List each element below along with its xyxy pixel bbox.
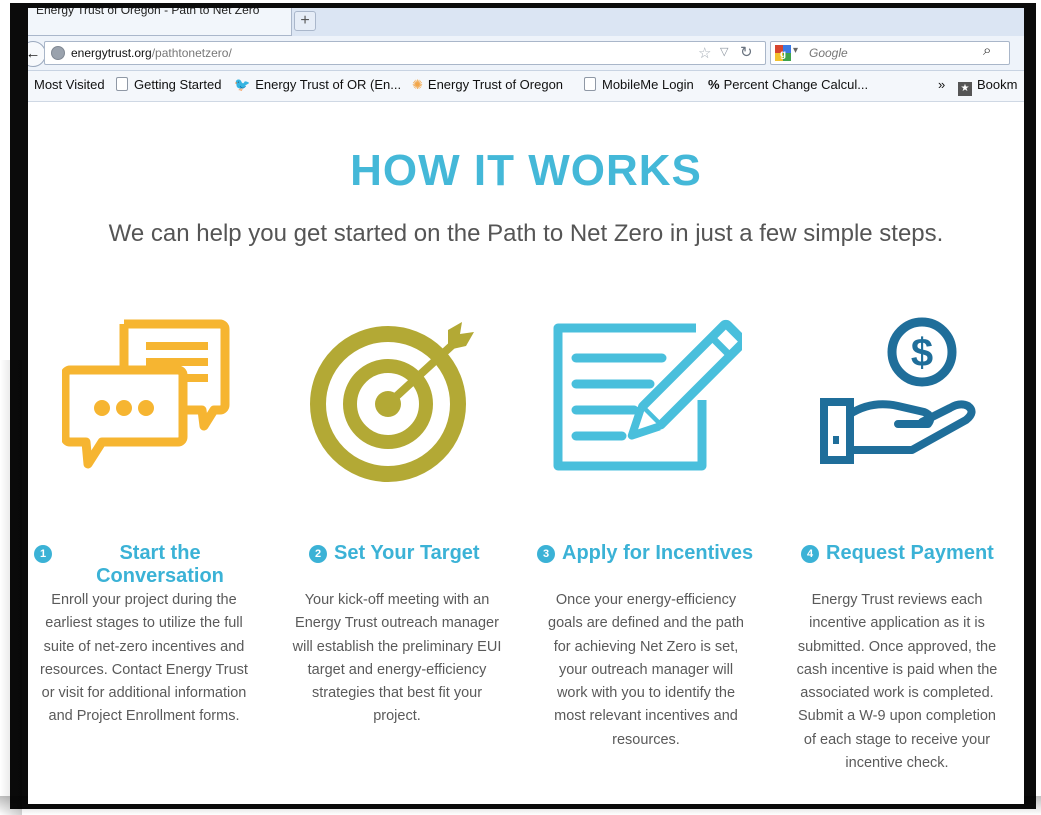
page-title: HOW IT WORKS — [350, 146, 702, 195]
bookmark-label: Most Visited — [34, 77, 105, 92]
url-text[interactable]: energytrust.org/pathtonetzero/ — [71, 46, 232, 60]
bookmark-label: MobileMe Login — [602, 77, 694, 92]
search-engine-dropdown-icon[interactable]: ▾ — [793, 45, 798, 56]
bookmark-most-visited[interactable]: Most Visited — [34, 77, 105, 92]
page-subtitle: We can help you get started on the Path … — [108, 220, 944, 247]
browser-window: Energy Trust of Oregon - Path to Net Zer… — [28, 8, 1024, 804]
step-title-apply-incentives: Apply for Incentives — [562, 542, 754, 564]
target-arrow-icon — [310, 322, 474, 482]
step-number-badge: 3 — [537, 545, 555, 563]
search-input[interactable]: Google — [809, 46, 848, 60]
hand-dollar-icon: $ — [820, 317, 976, 464]
page-icon — [584, 77, 596, 91]
step-description: Your kick-off meeting with an Energy Tru… — [292, 592, 502, 725]
globe-icon — [51, 46, 65, 60]
percent-icon: % — [708, 77, 720, 92]
bookmark-energy-trust-oregon[interactable]: ✺ Energy Trust of Oregon — [412, 77, 563, 93]
svg-text:g: g — [780, 49, 786, 60]
bookmarks-overflow-chevron[interactable]: » — [938, 77, 945, 92]
bookmark-label: » — [938, 77, 946, 92]
twitter-bird-icon: 🐦 — [234, 77, 251, 92]
tab-title: Energy Trust of Oregon - Path to Net Zer… — [36, 8, 260, 17]
address-bar[interactable]: energytrust.org/pathtonetzero/ ☆ ▽ ↻ — [44, 41, 766, 65]
step-description: Energy Trust reviews each incentive appl… — [796, 592, 998, 772]
history-dropdown-icon[interactable]: ▽ — [720, 45, 728, 58]
bookmark-label: Percent Change Calcul... — [723, 77, 869, 92]
navigation-toolbar: ← energytrust.org/pathtonetzero/ ☆ ▽ ↻ g… — [28, 36, 1024, 71]
bookmark-getting-started[interactable]: Getting Started — [116, 77, 221, 92]
svg-text:$: $ — [911, 331, 933, 375]
bookmark-label: Bookm — [977, 77, 1018, 92]
bookmark-label: Energy Trust of Oregon — [427, 77, 564, 92]
url-domain: energytrust.org — [71, 46, 152, 60]
step-description: Enroll your project during the earliest … — [40, 592, 248, 725]
bookmark-label: Getting Started — [134, 77, 222, 92]
step-number-badge: 4 — [801, 545, 819, 563]
bookmarks-icon: ★ — [958, 82, 972, 96]
search-bar[interactable]: g ▾ Google ⌕ — [770, 41, 1010, 65]
step-title-request-payment: Request Payment — [826, 542, 994, 564]
step-description: Once your energy-efficiency goals are de… — [548, 592, 744, 748]
reload-icon[interactable]: ↻ — [740, 43, 753, 61]
new-tab-button[interactable]: + — [294, 11, 316, 31]
url-path: /pathtonetzero/ — [151, 46, 232, 60]
frame-shadow — [0, 360, 22, 815]
page-content: HOW IT WORKS We can help you get started… — [28, 102, 1024, 804]
step-title-set-target: Set Your Target — [334, 542, 480, 564]
bookmark-percent-change[interactable]: % Percent Change Calcul... — [708, 77, 868, 92]
bookmark-star-icon[interactable]: ☆ — [698, 44, 711, 62]
step-title-start-conversation: Start the Conversation — [96, 542, 224, 587]
speech-bubbles-icon — [62, 319, 230, 469]
sunburst-icon: ✺ — [412, 77, 423, 92]
step-number-badge: 2 — [309, 545, 327, 563]
bookmark-label: Energy Trust of OR (En... — [255, 77, 402, 92]
google-icon[interactable]: g — [775, 45, 791, 61]
form-pencil-icon — [553, 319, 742, 471]
bookmarks-menu-button[interactable]: ★ Bookm — [958, 77, 1017, 96]
bookmark-energy-trust-twitter[interactable]: 🐦 Energy Trust of OR (En... — [234, 77, 401, 93]
bookmarks-toolbar: Most Visited Getting Started 🐦 Energy Tru… — [28, 71, 1024, 102]
tab-active[interactable]: Energy Trust of Oregon - Path to Net Zer… — [28, 8, 292, 36]
step-number-badge: 1 — [34, 545, 52, 563]
tab-strip: Energy Trust of Oregon - Path to Net Zer… — [28, 8, 1024, 36]
page-icon — [116, 77, 128, 91]
search-icon[interactable]: ⌕ — [983, 42, 991, 59]
bookmark-mobileme-login[interactable]: MobileMe Login — [584, 77, 694, 92]
